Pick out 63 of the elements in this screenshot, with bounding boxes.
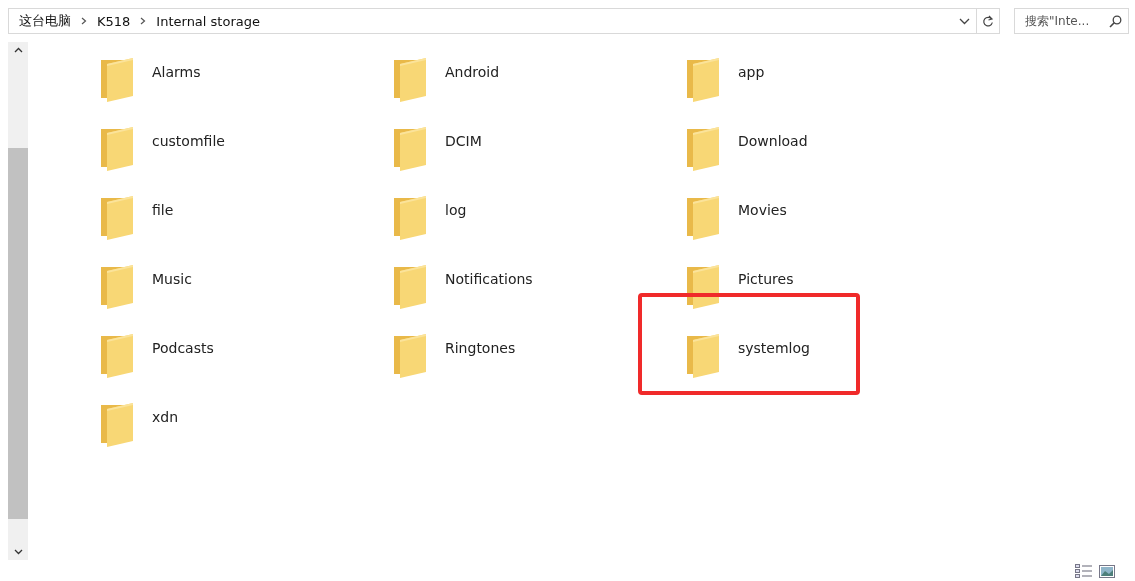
folder-item[interactable]: file <box>100 188 393 257</box>
details-view-icon[interactable] <box>1075 564 1093 578</box>
folder-name: Ringtones <box>445 340 516 356</box>
folder-item[interactable]: customfile <box>100 119 393 188</box>
folder-icon <box>100 125 134 173</box>
folder-icon <box>100 332 134 380</box>
folder-name: app <box>738 64 765 80</box>
folder-name: Pictures <box>738 271 794 287</box>
folder-item[interactable]: xdn <box>100 395 393 464</box>
folder-icon <box>686 263 720 311</box>
folder-item[interactable]: Movies <box>686 188 979 257</box>
folder-icon <box>686 194 720 242</box>
folder-item[interactable]: app <box>686 50 979 119</box>
folder-item[interactable]: Alarms <box>100 50 393 119</box>
search-box[interactable]: 搜索"Inte... <box>1014 8 1129 34</box>
chevron-down-icon[interactable] <box>959 17 970 25</box>
folder-name: Movies <box>738 202 787 218</box>
breadcrumb-item[interactable]: K518 <box>97 13 131 29</box>
folder-name: DCIM <box>445 133 482 149</box>
folder-icon <box>393 263 427 311</box>
folder-name: Android <box>445 64 500 80</box>
folder-item[interactable]: Download <box>686 119 979 188</box>
scroll-down-icon[interactable] <box>13 549 23 555</box>
folder-icon <box>100 263 134 311</box>
folder-item[interactable]: DCIM <box>393 119 686 188</box>
folder-icon <box>393 194 427 242</box>
large-icons-view-icon[interactable] <box>1099 564 1115 578</box>
chevron-right-icon <box>81 17 87 25</box>
folder-name: Music <box>152 271 192 287</box>
folder-name: customfile <box>152 133 225 149</box>
folder-name: log <box>445 202 467 218</box>
folder-icon <box>393 125 427 173</box>
folder-icon <box>393 332 427 380</box>
breadcrumb-item[interactable]: 这台电脑 <box>19 12 71 30</box>
breadcrumb-item[interactable]: Internal storage <box>156 13 260 29</box>
folder-item[interactable]: Android <box>393 50 686 119</box>
folder-name: systemlog <box>738 340 810 356</box>
folder-icon <box>100 194 134 242</box>
folder-name: Download <box>738 133 808 149</box>
folder-icon <box>686 56 720 104</box>
scrollbar-thumb[interactable] <box>8 148 28 519</box>
folder-item[interactable]: Notifications <box>393 257 686 326</box>
folder-icon <box>686 125 720 173</box>
chevron-right-icon <box>140 17 147 25</box>
folder-icon <box>100 401 134 449</box>
search-field[interactable]: 搜索"Inte... <box>1025 14 1105 28</box>
folder-item[interactable]: Pictures <box>686 257 979 326</box>
folder-icon <box>100 56 134 104</box>
search-icon <box>1109 14 1122 28</box>
folder-icon <box>393 56 427 104</box>
folder-item[interactable]: Podcasts <box>100 326 393 395</box>
scrollbar[interactable] <box>8 42 28 560</box>
folder-item[interactable]: Music <box>100 257 393 326</box>
scroll-up-icon[interactable] <box>13 47 23 53</box>
folder-item[interactable]: Ringtones <box>393 326 686 395</box>
folder-name: xdn <box>152 409 179 425</box>
folder-name: file <box>152 202 174 218</box>
folder-name: Alarms <box>152 64 201 80</box>
folder-name: Notifications <box>445 271 533 287</box>
folder-item[interactable]: log <box>393 188 686 257</box>
folder-name: Podcasts <box>152 340 214 356</box>
address-bar[interactable]: 这台电脑 K518 Internal storage <box>8 8 1000 34</box>
folder-icon <box>686 332 720 380</box>
